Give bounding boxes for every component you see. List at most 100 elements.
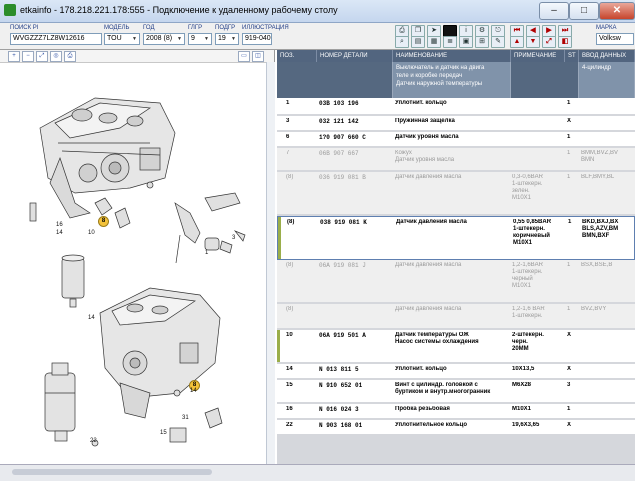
- scroll-thumb[interactable]: [12, 469, 212, 475]
- list-icon[interactable]: ≣: [443, 36, 457, 48]
- minimize-button[interactable]: –: [539, 2, 569, 20]
- col-header-note[interactable]: ПРИМЕЧАНИЕ: [511, 50, 565, 62]
- table-row[interactable]: 16 N 016 024 3 Пробка резьбовая M10X1 1: [277, 404, 635, 420]
- expand-icon[interactable]: ▭: [238, 51, 250, 62]
- model-select[interactable]: TOU ▼: [104, 33, 140, 45]
- zoom-icon[interactable]: ⤢: [542, 36, 556, 48]
- row-name: Пробка резьбовая: [395, 406, 450, 412]
- row-number: 03B 103 196: [319, 100, 359, 107]
- year-value: 2008 (8): [146, 35, 173, 42]
- table-row[interactable]: 1 03B 103 196 Уплотнит. кольцо 1: [277, 98, 635, 116]
- search-icon[interactable]: ⌕: [395, 36, 409, 48]
- table-row[interactable]: 7 06B 907 667 Кожух Датчик уровня масла …: [277, 148, 635, 172]
- table-row[interactable]: 6 1?0 907 660 C Датчик уровня масла 1: [277, 132, 635, 148]
- row-st: 1: [567, 100, 571, 106]
- row-pos: 10: [286, 332, 293, 338]
- model-label: МОДЕЛЬ: [104, 25, 130, 31]
- row-number: 032 121 142: [319, 118, 359, 125]
- year-field: ГОД 2008 (8) ▼: [143, 25, 185, 45]
- row-st: X: [567, 422, 572, 428]
- search-input[interactable]: WVGZZZ7LZ8W12616: [10, 33, 102, 45]
- label-14-c: 14: [190, 388, 197, 394]
- illustration-select[interactable]: 919-040 ▼: [242, 33, 272, 45]
- close-button[interactable]: ✕: [599, 2, 635, 20]
- table-row[interactable]: (8) Датчик давления масла 1,2-1,6 BAR 1-…: [277, 304, 635, 330]
- callout-8-upper[interactable]: 8: [98, 216, 109, 227]
- window-titlebar: etkainfo - 178.218.221.178:555 - Подключ…: [0, 0, 635, 23]
- fit-icon[interactable]: ⤢: [36, 51, 48, 62]
- table-row[interactable]: 10 06A 919 501 A Датчик температуры ОЖ Н…: [277, 330, 635, 364]
- col-header-name[interactable]: НАИМЕНОВАНИЕ: [393, 50, 511, 62]
- group-vvod: 4-цилиндр: [579, 62, 635, 98]
- year-select[interactable]: 2008 (8) ▼: [143, 33, 185, 45]
- brand-label: МАРКА: [596, 25, 617, 31]
- table-row[interactable]: (8) 06A 919 081 J Датчик давления масла …: [277, 260, 635, 304]
- zoom-out-icon[interactable]: −: [22, 51, 34, 62]
- brand-select[interactable]: Volksw: [596, 33, 634, 45]
- row-note: M6X28: [512, 382, 532, 388]
- subgroup-field: ПОДГР 19 ▼: [215, 25, 239, 45]
- up-icon[interactable]: ▲: [510, 36, 524, 48]
- row-name: Датчик температуры ОЖ Насос системы охла…: [395, 332, 479, 345]
- row-name: Датчик давления масла: [395, 174, 462, 180]
- image-icon[interactable]: ▣: [459, 36, 473, 48]
- row-st: X: [567, 366, 572, 372]
- small-parts-lower: [91, 389, 223, 447]
- note-icon[interactable]: ✎: [491, 36, 505, 48]
- table-row[interactable]: 22 N 903 168 01 Уплотнительное кольцо 19…: [277, 420, 635, 436]
- row-pos: 6: [286, 134, 290, 140]
- document-icon[interactable]: ▤: [411, 36, 425, 48]
- split-icon[interactable]: ◧: [558, 36, 572, 48]
- cart-icon[interactable]: ⊞: [475, 36, 489, 48]
- table-row[interactable]: 3 032 121 142 Пружинная защелка X: [277, 116, 635, 132]
- row-note: 19,6X3,65: [512, 422, 540, 428]
- illustration-label: ИЛЛЮСТРАЦИЯ: [242, 25, 289, 31]
- row-marker: [277, 330, 280, 362]
- row-note: M10X1: [512, 406, 532, 412]
- col-header-vvod[interactable]: ВВОД ДАННЫХ: [579, 50, 635, 62]
- row-pos: (8): [287, 219, 295, 225]
- row-note: 1,2-1,6BAR 1-штекерн. черный M10X1: [512, 262, 544, 289]
- table-row-selected[interactable]: (8) 038 919 081 K Датчик давления масла …: [277, 216, 635, 260]
- row-number: 06A 919 501 A: [319, 332, 366, 339]
- subgroup-label: ПОДГР: [215, 25, 236, 31]
- row-st: X: [567, 332, 572, 338]
- illustration-toolbar: + − ⤢ ◎ ⎙ ▭ ◫: [0, 50, 274, 63]
- zoom-100-icon[interactable]: ◎: [50, 51, 62, 62]
- label-31: 31: [182, 415, 189, 421]
- chevron-down-icon: ▼: [231, 36, 236, 42]
- row-number: N 013 811 5: [319, 366, 359, 373]
- row-number: 06A 919 081 J: [319, 262, 366, 269]
- row-st: 1: [567, 262, 571, 268]
- subgroup-select[interactable]: 19 ▼: [215, 33, 239, 45]
- illustration-scrollbar[interactable]: [266, 62, 275, 464]
- group-select[interactable]: 9 ▼: [188, 33, 212, 45]
- row-name: Уплотнительное кольцо: [395, 422, 467, 428]
- chevron-down-icon: ▼: [177, 36, 182, 42]
- label-14: 14: [56, 230, 63, 236]
- col-header-st[interactable]: ST: [565, 50, 579, 62]
- print-illustration-icon[interactable]: ⎙: [64, 51, 76, 62]
- zoom-in-icon[interactable]: +: [8, 51, 20, 62]
- selection-marker: [278, 217, 281, 259]
- table-row[interactable]: (8) 036 919 081 B Датчик давления масла …: [277, 172, 635, 216]
- horizontal-scrollbar[interactable]: [0, 464, 635, 481]
- label-15: 15: [160, 430, 167, 436]
- table-row[interactable]: 14 N 013 811 5 Уплотнит. кольцо 10X13,5 …: [277, 364, 635, 380]
- row-pos: 1: [286, 100, 290, 106]
- year-label: ГОД: [143, 25, 155, 31]
- search-field: ПОИСК PI WVGZZZ7LZ8W12616: [10, 25, 102, 45]
- label-16: 16: [56, 222, 63, 228]
- down-icon[interactable]: ▼: [526, 36, 540, 48]
- model-field: МОДЕЛЬ TOU ▼: [104, 25, 140, 45]
- row-name: Датчик давления масла: [395, 262, 462, 268]
- app-icon: [4, 4, 16, 16]
- group-subheader-mid: [511, 62, 579, 98]
- row-pos: (8): [286, 174, 294, 180]
- maximize-button[interactable]: □: [569, 2, 599, 20]
- col-header-number[interactable]: НОМЕР ДЕТАЛИ: [317, 50, 393, 62]
- table-row[interactable]: 15 N 910 652 01 Винт с цилиндр. головкой…: [277, 380, 635, 404]
- window-icon[interactable]: ◫: [252, 51, 264, 62]
- table-icon[interactable]: ▦: [427, 36, 441, 48]
- col-header-pos[interactable]: ПОЗ.: [277, 50, 317, 62]
